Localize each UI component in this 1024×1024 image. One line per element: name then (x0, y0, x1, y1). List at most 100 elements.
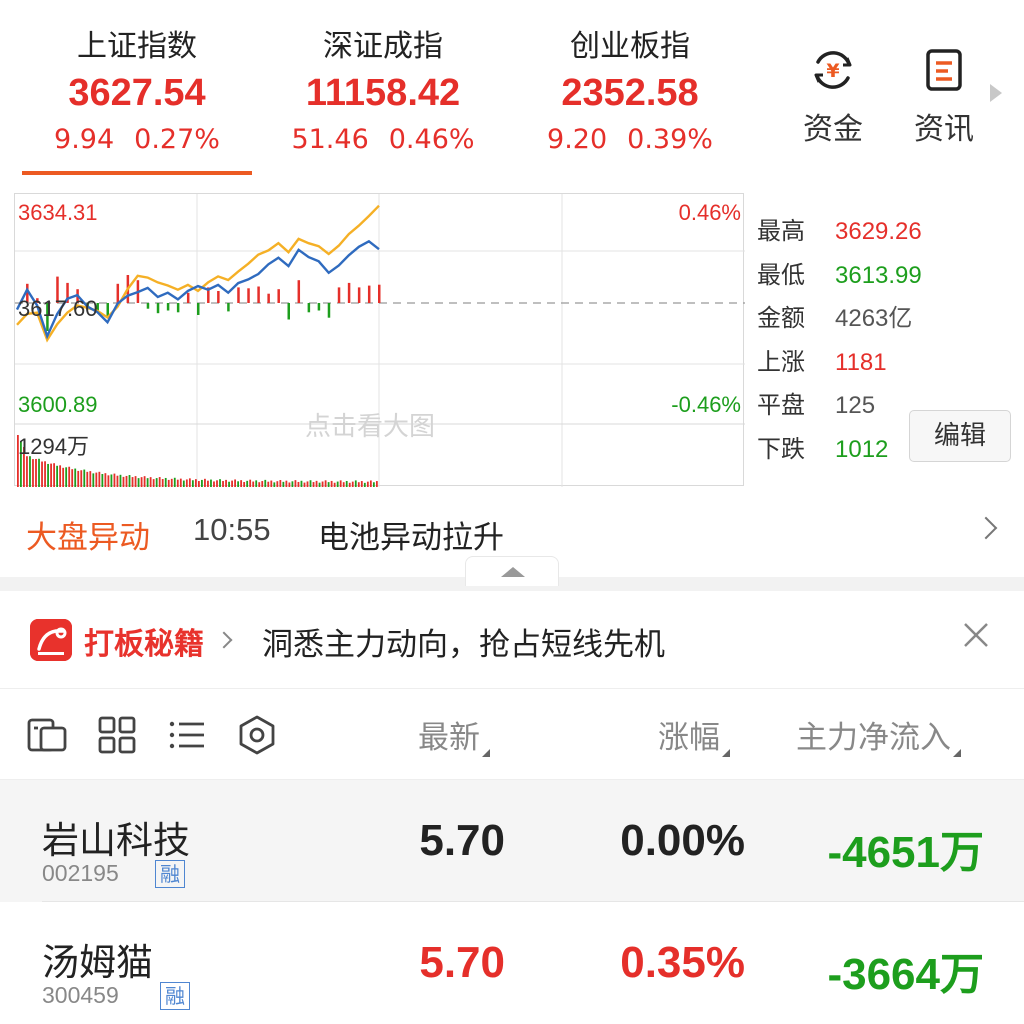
volume-bar (366, 481, 369, 487)
volume-bar (342, 482, 345, 487)
volume-bar (134, 476, 137, 487)
momentum-bar (186, 292, 190, 303)
promo-banner[interactable]: 打板秘籍 洞悉主力动向，抢占短线先机 (0, 591, 1024, 689)
stock-name: 岩山科技 (42, 819, 190, 862)
col-latest[interactable]: 最新 (418, 712, 490, 757)
momentum-bar (347, 282, 351, 303)
volume-bar (243, 482, 246, 487)
index-change: 9.20 0.39% (547, 124, 713, 155)
volume-bar (143, 476, 146, 487)
volume-bar (35, 458, 37, 487)
list-header: 最新 涨幅 主力净流入 (0, 690, 1024, 780)
volume-bar (146, 478, 149, 487)
volume-bar (131, 477, 134, 487)
volume-bar (354, 480, 357, 487)
volume-bar (288, 482, 291, 487)
momentum-bar (106, 303, 109, 316)
market-move-title: 大盘异动 (26, 520, 150, 556)
volume-bar (182, 480, 185, 487)
volume-bar (56, 465, 59, 487)
volume-bar (104, 473, 107, 487)
volume-bar (204, 478, 206, 487)
stock-name: 汤姆猫 (42, 941, 153, 984)
fund-button[interactable]: ¥ 资金 (788, 46, 878, 148)
col-flow[interactable]: 主力净流入 (796, 712, 961, 757)
volume-bar (321, 481, 324, 487)
news-button[interactable]: 资讯 (899, 46, 989, 148)
volume-bar (312, 482, 315, 487)
volume-bar (176, 479, 179, 487)
volume-bar (191, 480, 194, 487)
momentum-bar (277, 289, 280, 303)
volume-bar (270, 480, 273, 487)
volume-bar (207, 480, 209, 487)
momentum-bar (307, 303, 311, 313)
volume-bar (267, 481, 270, 487)
volume-bar (252, 481, 255, 487)
momentum-bar (357, 287, 361, 303)
volume-bar (38, 458, 40, 487)
col-change[interactable]: 涨幅 (658, 712, 730, 757)
volume-bar (324, 480, 327, 487)
volume-bar (285, 480, 288, 487)
chevron-right-icon (974, 516, 998, 540)
index-price: 11158.42 (305, 72, 461, 114)
volume-bar (71, 469, 74, 487)
index-tab-sz[interactable]: 深证成指 11158.42 51.46 0.46% (258, 28, 508, 160)
volume-bar (65, 467, 68, 487)
index-tab-sh[interactable]: 上证指数 3627.54 9.94 0.27% (12, 28, 262, 160)
volume-bar (80, 470, 83, 487)
volume-bar (372, 482, 375, 487)
brand-logo-icon (30, 619, 72, 661)
momentum-bar (327, 303, 331, 318)
stat-row: 最高 3629.26 (757, 217, 922, 245)
close-icon[interactable] (960, 619, 992, 651)
momentum-bar (227, 303, 230, 312)
volume-bar (291, 481, 294, 487)
volume-bar (339, 480, 342, 487)
index-tab-cyb[interactable]: 创业板指 2352.58 9.20 0.39% (505, 28, 755, 160)
news-label: 资讯 (914, 112, 974, 147)
momentum-bar (146, 303, 150, 309)
volume-bar (363, 482, 366, 487)
stock-percent: 0.35% (620, 938, 745, 987)
chart-canvas (15, 194, 745, 487)
volume-bar (62, 467, 65, 487)
table-row[interactable]: 岩山科技 002195 融 5.70 0.00% -4651万 (0, 780, 1024, 902)
stat-row: 上涨 1181 (757, 347, 887, 376)
momentum-bar (337, 287, 341, 303)
settings-hex-icon[interactable] (236, 714, 278, 756)
volume-bar (107, 475, 110, 487)
price-mid-label: 3617.60 (18, 296, 98, 321)
watchlist-group-icon[interactable] (26, 714, 68, 756)
list-view-icon[interactable] (166, 714, 208, 756)
stock-price: 5.70 (419, 816, 505, 865)
stock-flow: -3664万 (827, 950, 984, 999)
volume-label: 1294万 (18, 434, 89, 459)
sort-icon (722, 749, 730, 757)
intraday-chart[interactable]: 3634.31 3617.60 3600.89 0.46% -0.46% 129… (14, 193, 745, 487)
collapse-button[interactable] (465, 556, 559, 586)
volume-bar (360, 481, 363, 487)
volume-bar (119, 474, 122, 487)
momentum-bar (378, 284, 381, 303)
fund-label: 资金 (803, 112, 863, 147)
volume-bar (333, 482, 336, 487)
volume-bar (125, 475, 128, 487)
edit-button[interactable]: 编辑 (909, 410, 1011, 462)
momentum-bar (237, 287, 240, 303)
index-name: 创业板指 (570, 29, 690, 64)
volume-bar (279, 480, 282, 487)
table-row[interactable]: 汤姆猫 300459 融 5.70 0.35% -3664万 (0, 902, 1024, 1024)
momentum-bar (267, 293, 270, 303)
volume-bar (95, 472, 98, 487)
momentum-bar (367, 285, 371, 303)
volume-bar (161, 479, 164, 487)
svg-text:¥: ¥ (826, 60, 839, 82)
more-arrow-icon[interactable] (990, 84, 1002, 102)
grid-view-icon[interactable] (96, 714, 138, 756)
volume-bar (116, 475, 119, 487)
volume-bar (264, 479, 267, 487)
volume-bar (188, 478, 191, 487)
volume-bar (32, 459, 34, 487)
